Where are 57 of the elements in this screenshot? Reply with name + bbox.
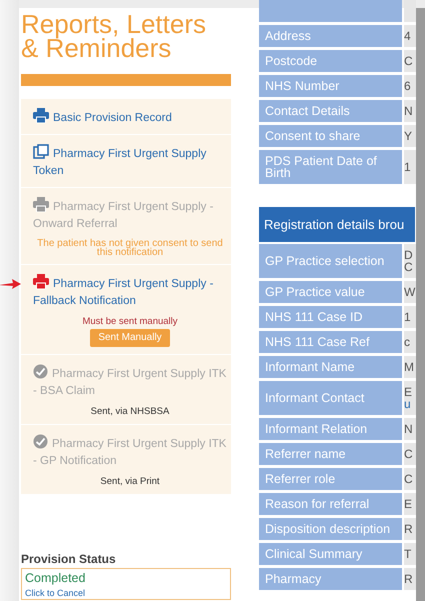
value-text: M bbox=[404, 361, 415, 373]
table-value-cell bbox=[404, 0, 416, 22]
value-text: C bbox=[404, 473, 414, 485]
status-text: Completed bbox=[25, 571, 86, 586]
report-link[interactable]: Basic Provision Record bbox=[33, 108, 227, 127]
table-label-cell: Contact Details bbox=[259, 100, 402, 122]
value-text: C bbox=[404, 261, 414, 273]
table-label-cell: Postcode bbox=[259, 50, 402, 72]
status-note: The patient has not given consent to send this notification bbox=[36, 239, 224, 257]
pointer-arrow bbox=[0, 279, 21, 289]
status-note: Sent, via NHSBSA bbox=[90, 406, 170, 417]
report-link[interactable]: Pharmacy First Urgent Supply - Fallback Notification bbox=[33, 274, 227, 310]
value-text: C bbox=[404, 448, 414, 460]
table-label-cell: Address bbox=[259, 25, 402, 47]
value-text: D bbox=[404, 249, 414, 261]
value-text: E bbox=[404, 498, 414, 510]
table-label-cell: Consent to share bbox=[259, 125, 402, 147]
table-label-cell: Informant Name bbox=[259, 356, 402, 378]
table-label-cell: GP Practice selection bbox=[259, 244, 402, 278]
table-label-cell: Informant Contact bbox=[259, 381, 402, 415]
table-label-cell: NHS 111 Case Ref bbox=[259, 331, 402, 353]
report-link: Pharmacy First Urgent Supply ITK - BSA Claim bbox=[33, 364, 227, 400]
value-text: Y bbox=[404, 130, 414, 142]
table-label-cell: Clinical Summary bbox=[259, 543, 402, 565]
section-heading: Provision Status bbox=[21, 552, 117, 566]
table-label-cell: Reason for referral bbox=[259, 493, 402, 515]
value-text: T bbox=[404, 548, 412, 560]
table-label-cell: Pharmacy bbox=[259, 568, 402, 590]
status-note: Sent, via Print bbox=[99, 476, 161, 487]
value-text: E bbox=[404, 386, 414, 398]
value-text: 4 bbox=[404, 30, 412, 42]
page-title: Reports, Letters & Reminders bbox=[21, 8, 207, 60]
table-label-cell: NHS 111 Case ID bbox=[259, 306, 402, 328]
contact-link[interactable]: u bbox=[404, 398, 416, 410]
table-label-cell: Informant Relation bbox=[259, 418, 402, 440]
value-text: 1 bbox=[404, 161, 412, 173]
section-header: Registration details brou bbox=[259, 207, 415, 242]
table-label-cell: PDS Patient Date of Birth bbox=[259, 150, 402, 184]
table-label-cell: Referrer role bbox=[259, 468, 402, 490]
cancel-link[interactable]: Click to Cancel bbox=[25, 588, 227, 598]
table-label-cell: Disposition description bbox=[259, 518, 402, 540]
table-label-cell: GP Practice value bbox=[259, 281, 402, 303]
value-text: N bbox=[404, 423, 414, 435]
value-text: R bbox=[404, 523, 414, 535]
report-link[interactable]: Pharmacy First Urgent Supply Token bbox=[33, 144, 227, 180]
report-link: Pharmacy First Urgent Supply ITK - GP Notification bbox=[33, 434, 227, 470]
table-label-cell: Referrer name bbox=[259, 443, 402, 465]
value-text: N bbox=[404, 105, 414, 117]
value-text: 1 bbox=[404, 311, 412, 323]
value-text: 6 bbox=[404, 80, 412, 92]
report-link: Pharmacy First Urgent Supply - Onward Referral bbox=[33, 197, 227, 233]
value-text: c bbox=[404, 336, 411, 348]
value-text: C bbox=[404, 55, 414, 67]
status-note: Must be sent manually bbox=[81, 316, 179, 327]
value-text: R bbox=[404, 573, 414, 585]
table-label-cell: NHS Number bbox=[259, 75, 402, 97]
value-text: W bbox=[404, 286, 416, 298]
